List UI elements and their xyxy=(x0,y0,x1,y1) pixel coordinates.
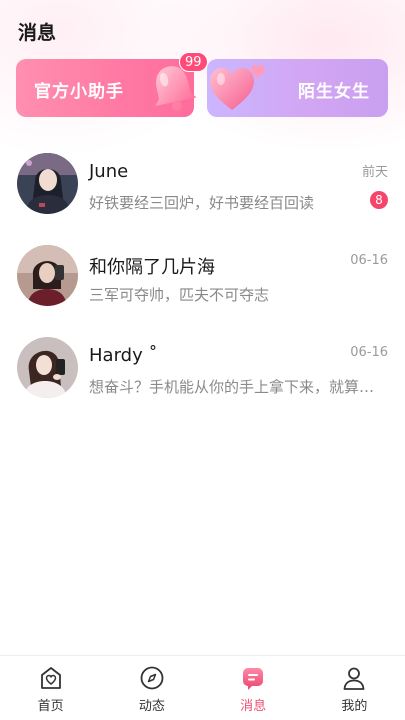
unread-count-badge: 8 xyxy=(370,191,388,209)
chat-name: June xyxy=(89,161,129,182)
tab-label: 消息 xyxy=(240,699,267,714)
profile-icon xyxy=(343,667,365,690)
strangers-label: 陌生女生 xyxy=(298,82,370,102)
tab-profile[interactable]: 我的 xyxy=(304,656,405,720)
chat-time: 06-16 xyxy=(350,345,388,360)
home-heart-icon xyxy=(40,667,61,689)
chat-name: Hardy ˚ xyxy=(89,345,158,366)
chat-item-sea[interactable]: 和你隔了几片海 06-16 三军可夺帅，匹夫不可夺志 xyxy=(0,237,405,329)
page-title: 消息 xyxy=(18,22,57,44)
message-icon xyxy=(243,668,264,690)
assistant-unread-badge: 99 xyxy=(179,52,208,72)
chat-time: 06-16 xyxy=(350,253,388,268)
chat-preview: 好铁要经三回炉，好书要经百回读 xyxy=(89,194,315,212)
chat-item-hardy[interactable]: Hardy ˚ 06-16 想奋斗？手机能从你的手上拿下来，就算是成功的第一步 xyxy=(0,329,405,421)
tab-messages[interactable]: 消息 xyxy=(203,656,304,720)
chat-item-june[interactable]: June 前天 好铁要经三回炉，好书要经百回读 8 xyxy=(0,145,405,237)
avatar xyxy=(17,245,78,306)
compass-icon xyxy=(140,666,164,690)
chat-preview: 三军可夺帅，匹夫不可夺志 xyxy=(89,286,270,304)
avatar xyxy=(17,153,78,214)
tab-home[interactable]: 首页 xyxy=(0,656,101,720)
chat-preview: 想奋斗？手机能从你的手上拿下来，就算是成功的第一步 xyxy=(89,378,389,396)
tab-label: 我的 xyxy=(341,699,368,714)
official-assistant-label: 官方小助手 xyxy=(34,82,124,102)
chat-name: 和你隔了几片海 xyxy=(89,257,215,278)
chat-list: June 前天 好铁要经三回炉，好书要经百回读 8 和你隔了几片海 06-16 … xyxy=(0,145,405,421)
avatar xyxy=(17,337,78,398)
hearts-icon xyxy=(210,65,265,110)
bottom-tab-bar: 首页 动态 消息 我的 xyxy=(0,655,405,720)
chat-time: 前天 xyxy=(361,165,388,180)
tab-label: 首页 xyxy=(37,699,64,714)
tab-label: 动态 xyxy=(138,699,165,714)
tab-feed[interactable]: 动态 xyxy=(101,656,202,720)
